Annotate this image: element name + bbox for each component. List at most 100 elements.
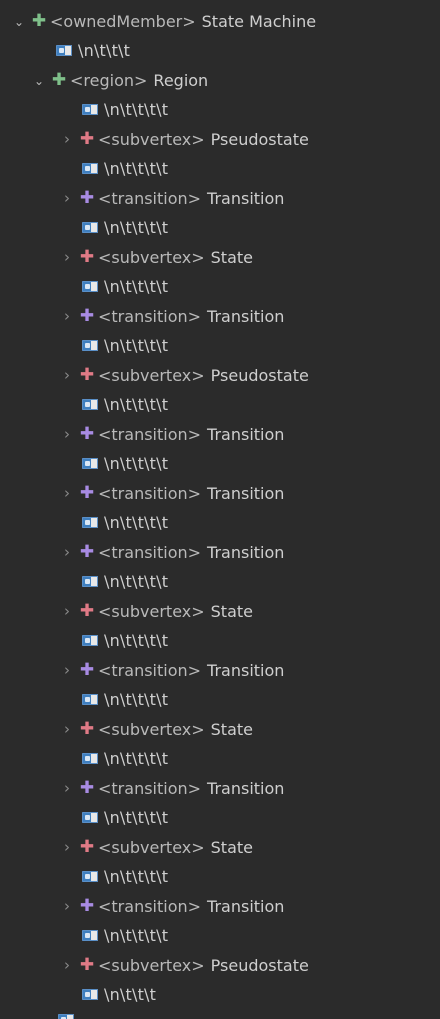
node-tag: <transition>: [98, 661, 202, 680]
element-plus-icon: ✚: [79, 837, 95, 857]
tree-node-text[interactable]: \n\t\t\t\t: [82, 508, 168, 537]
text-node-value: \n\t\t\t\t: [104, 631, 169, 650]
chevron-right-icon[interactable]: ›: [58, 427, 76, 442]
node-name: Transition: [207, 484, 285, 503]
text-node-icon: [82, 104, 98, 115]
tree-node-transition[interactable]: › ✚ <transition> Transition: [58, 656, 284, 685]
tree-node-text-region[interactable]: \n\t\t\t\t: [82, 95, 168, 124]
chevron-right-icon[interactable]: ›: [58, 486, 76, 501]
tree-node-subvertex[interactable]: › ✚ <subvertex> State: [58, 715, 253, 744]
text-node-value: \n\t\t\t\t: [104, 690, 169, 709]
node-name: Transition: [207, 661, 285, 680]
chevron-down-icon[interactable]: ⌄: [30, 75, 48, 87]
node-tag: <subvertex>: [98, 602, 205, 621]
tree-node-text[interactable]: \n\t\t\t\t: [82, 449, 168, 478]
chevron-down-icon[interactable]: ⌄: [10, 16, 28, 28]
node-name: Transition: [207, 543, 285, 562]
tree-node-transition[interactable]: › ✚ <transition> Transition: [58, 420, 284, 449]
chevron-right-icon[interactable]: ›: [58, 309, 76, 324]
tree-node-text[interactable]: \n\t\t\t: [82, 980, 156, 1009]
text-node-icon: [58, 1014, 74, 1019]
element-plus-icon: ✚: [79, 483, 95, 503]
tree-node-text[interactable]: \n\t\t\t\t: [82, 626, 168, 655]
element-plus-icon: ✚: [79, 542, 95, 562]
element-plus-icon: ✚: [79, 188, 95, 208]
node-tag: <ownedMember>: [50, 12, 196, 31]
tree-node-owned-member[interactable]: ⌄ ✚ <ownedMember> State Machine: [10, 7, 316, 36]
text-node-value: \n\t\t\t\t: [104, 454, 169, 473]
node-tag: <region>: [70, 71, 148, 90]
node-name: Pseudostate: [210, 130, 309, 149]
node-tag: <subvertex>: [98, 956, 205, 975]
element-plus-icon: ✚: [51, 70, 67, 90]
tree-node-text[interactable]: \n\t\t\t\t: [82, 921, 168, 950]
tree-node-subvertex[interactable]: › ✚ <subvertex> Pseudostate: [58, 951, 309, 980]
text-node-value: \n\t\t\t\t: [104, 218, 169, 237]
tree-node-text-root[interactable]: \n\t\t\t: [56, 36, 130, 65]
text-node-value: \n\t\t\t\t: [104, 336, 169, 355]
text-node-icon: [82, 694, 98, 705]
tree-node-subvertex[interactable]: › ✚ <subvertex> Pseudostate: [58, 125, 309, 154]
node-name: State Machine: [201, 12, 317, 31]
element-plus-icon: ✚: [79, 896, 95, 916]
node-tag: <transition>: [98, 897, 202, 916]
tree-node-region[interactable]: ⌄ ✚ <region> Region: [30, 66, 208, 95]
tree-node-text[interactable]: \n\t\t\t\t: [82, 272, 168, 301]
tree-node-text[interactable]: \n\t\t\t\t: [82, 862, 168, 891]
node-tag: <transition>: [98, 307, 202, 326]
node-name: State: [210, 720, 253, 739]
node-name: State: [210, 602, 253, 621]
chevron-right-icon[interactable]: ›: [58, 604, 76, 619]
chevron-right-icon[interactable]: ›: [58, 722, 76, 737]
chevron-right-icon[interactable]: ›: [58, 368, 76, 383]
tree-node-transition[interactable]: › ✚ <transition> Transition: [58, 538, 284, 567]
chevron-right-icon[interactable]: ›: [58, 545, 76, 560]
element-plus-icon: ✚: [31, 11, 47, 31]
element-plus-icon: ✚: [79, 955, 95, 975]
tree-node-transition[interactable]: › ✚ <transition> Transition: [58, 184, 284, 213]
tree-node-text[interactable]: \n\t\t\t\t: [82, 803, 168, 832]
chevron-right-icon[interactable]: ›: [58, 191, 76, 206]
node-tag: <subvertex>: [98, 130, 205, 149]
text-node-value: \n\t\t\t\t: [104, 277, 169, 296]
tree-node-transition[interactable]: › ✚ <transition> Transition: [58, 892, 284, 921]
tree-node-text[interactable]: \n\t\t\t\t: [82, 685, 168, 714]
tree-node-transition[interactable]: › ✚ <transition> Transition: [58, 302, 284, 331]
element-plus-icon: ✚: [79, 660, 95, 680]
node-name: Transition: [207, 779, 285, 798]
chevron-right-icon[interactable]: ›: [58, 663, 76, 678]
node-name: Pseudostate: [210, 956, 309, 975]
tree-node-subvertex[interactable]: › ✚ <subvertex> State: [58, 833, 253, 862]
tree-node-transition[interactable]: › ✚ <transition> Transition: [58, 479, 284, 508]
node-tag: <subvertex>: [98, 720, 205, 739]
chevron-right-icon[interactable]: ›: [58, 899, 76, 914]
element-plus-icon: ✚: [79, 247, 95, 267]
node-name: Transition: [207, 189, 285, 208]
tree-node-cutoff: [58, 1010, 118, 1019]
tree-node-text[interactable]: \n\t\t\t\t: [82, 154, 168, 183]
text-node-icon: [82, 517, 98, 528]
text-node-icon: [82, 222, 98, 233]
chevron-right-icon[interactable]: ›: [58, 840, 76, 855]
chevron-right-icon[interactable]: ›: [58, 781, 76, 796]
text-node-value: \n\t\t\t\t: [104, 159, 169, 178]
tree-node-text[interactable]: \n\t\t\t\t: [82, 213, 168, 242]
chevron-right-icon[interactable]: ›: [58, 250, 76, 265]
tree-node-subvertex[interactable]: › ✚ <subvertex> Pseudostate: [58, 361, 309, 390]
text-node-icon: [82, 340, 98, 351]
text-node-icon: [82, 871, 98, 882]
chevron-right-icon[interactable]: ›: [58, 958, 76, 973]
text-node-value: \n\t\t\t\t: [104, 513, 169, 532]
tree-node-subvertex[interactable]: › ✚ <subvertex> State: [58, 597, 253, 626]
tree-node-text[interactable]: \n\t\t\t\t: [82, 390, 168, 419]
tree-node-text[interactable]: \n\t\t\t\t: [82, 567, 168, 596]
tree-node-text[interactable]: \n\t\t\t\t: [82, 744, 168, 773]
text-node-value: \n\t\t\t\t: [104, 749, 169, 768]
tree-node-transition[interactable]: › ✚ <transition> Transition: [58, 774, 284, 803]
tree-node-text[interactable]: \n\t\t\t\t: [82, 331, 168, 360]
tree-node-subvertex[interactable]: › ✚ <subvertex> State: [58, 243, 253, 272]
chevron-right-icon[interactable]: ›: [58, 132, 76, 147]
text-node-value: \n\t\t\t\t: [104, 808, 169, 827]
text-node-icon: [82, 458, 98, 469]
node-name: State: [210, 838, 253, 857]
